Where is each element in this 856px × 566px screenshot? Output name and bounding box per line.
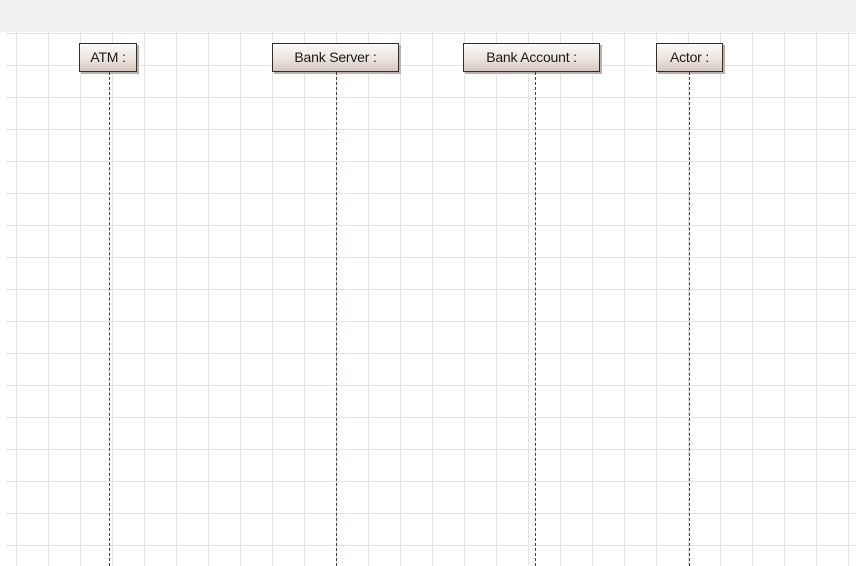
lifeline-dashed-line-actor xyxy=(689,72,690,566)
lifeline-dashed-line-bank-server xyxy=(336,72,337,566)
lifeline-dashed-line-atm xyxy=(109,72,110,566)
lifeline-dashed-line-bank-account xyxy=(535,72,536,566)
lifeline-head-bank-account[interactable]: Bank Account : xyxy=(463,43,600,72)
lifeline-head-bank-server[interactable]: Bank Server : xyxy=(272,43,399,72)
diagram-header-band xyxy=(0,0,856,32)
lifeline-head-atm[interactable]: ATM : xyxy=(79,43,137,72)
lifeline-head-actor[interactable]: Actor : xyxy=(656,43,723,72)
diagram-canvas[interactable]: ATM : Bank Server : Bank Account : Actor… xyxy=(6,32,856,566)
